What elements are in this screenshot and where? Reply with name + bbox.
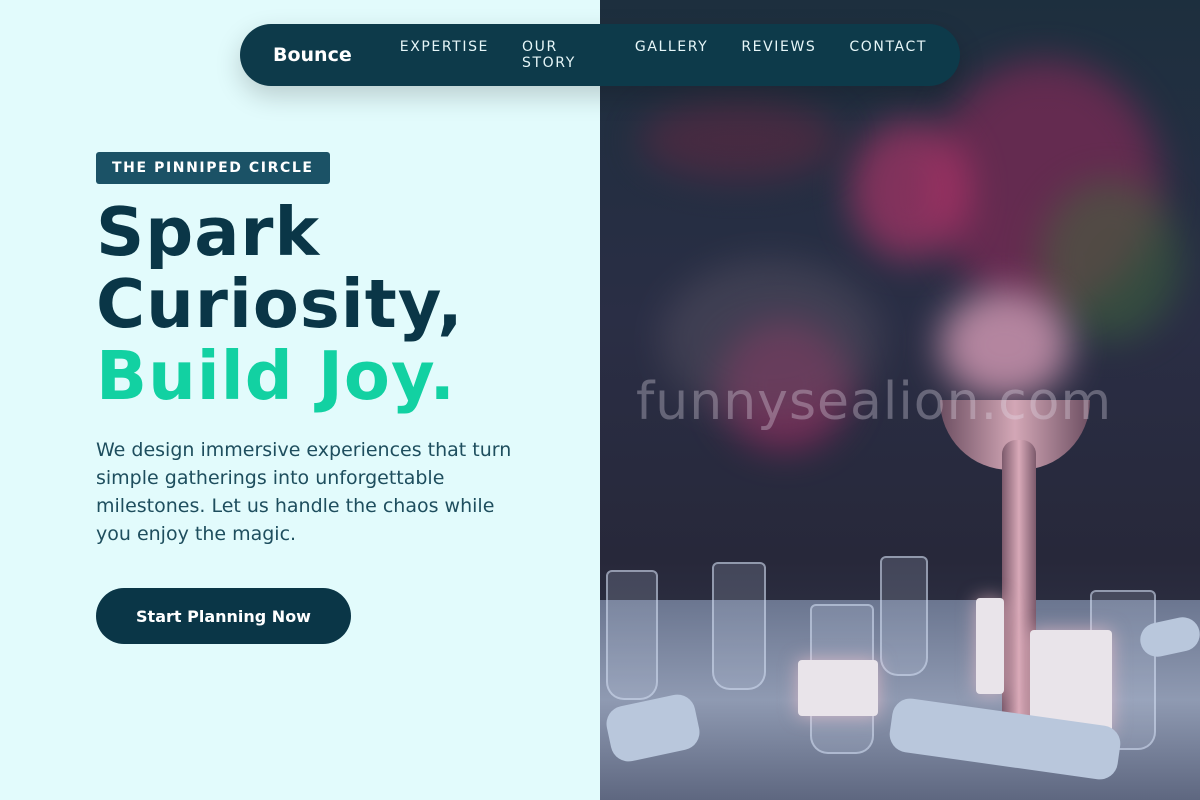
- hero-lead-text: We design immersive experiences that tur…: [96, 439, 512, 545]
- headline-accent: Build Joy.: [96, 337, 456, 415]
- hero-photo: funnysealion.com: [600, 0, 1200, 800]
- photo-watermark: funnysealion.com: [636, 372, 1113, 432]
- nav-link-our-story[interactable]: OUR STORY: [522, 39, 602, 71]
- flower-glow: [1040, 180, 1180, 340]
- hero-headline: Spark Curiosity, Build Joy.: [96, 196, 464, 412]
- headline-line-1: Spark: [96, 193, 321, 271]
- headline-line-2: Curiosity,: [96, 265, 464, 343]
- nav-link-gallery[interactable]: GALLERY: [635, 39, 708, 71]
- nav-links: EXPERTISE OUR STORY GALLERY REVIEWS CONT…: [400, 39, 927, 71]
- hero-section: THE PINNIPED CIRCLE Spark Curiosity, Bui…: [0, 0, 600, 800]
- wine-glass: [880, 556, 928, 676]
- candle: [976, 598, 1004, 694]
- brand-logo[interactable]: Bounce: [273, 44, 352, 66]
- wine-glass: [606, 570, 658, 700]
- wine-glass: [712, 562, 766, 690]
- hero-badge: THE PINNIPED CIRCLE: [96, 152, 330, 184]
- flower-glow: [850, 120, 970, 260]
- nav-link-expertise[interactable]: EXPERTISE: [400, 39, 489, 71]
- canopy-glow: [640, 100, 840, 180]
- nav-link-reviews[interactable]: REVIEWS: [741, 39, 816, 71]
- top-navigation: Bounce EXPERTISE OUR STORY GALLERY REVIE…: [240, 24, 960, 86]
- nav-link-contact[interactable]: CONTACT: [849, 39, 927, 71]
- start-planning-button[interactable]: Start Planning Now: [96, 588, 351, 644]
- candle: [798, 660, 878, 716]
